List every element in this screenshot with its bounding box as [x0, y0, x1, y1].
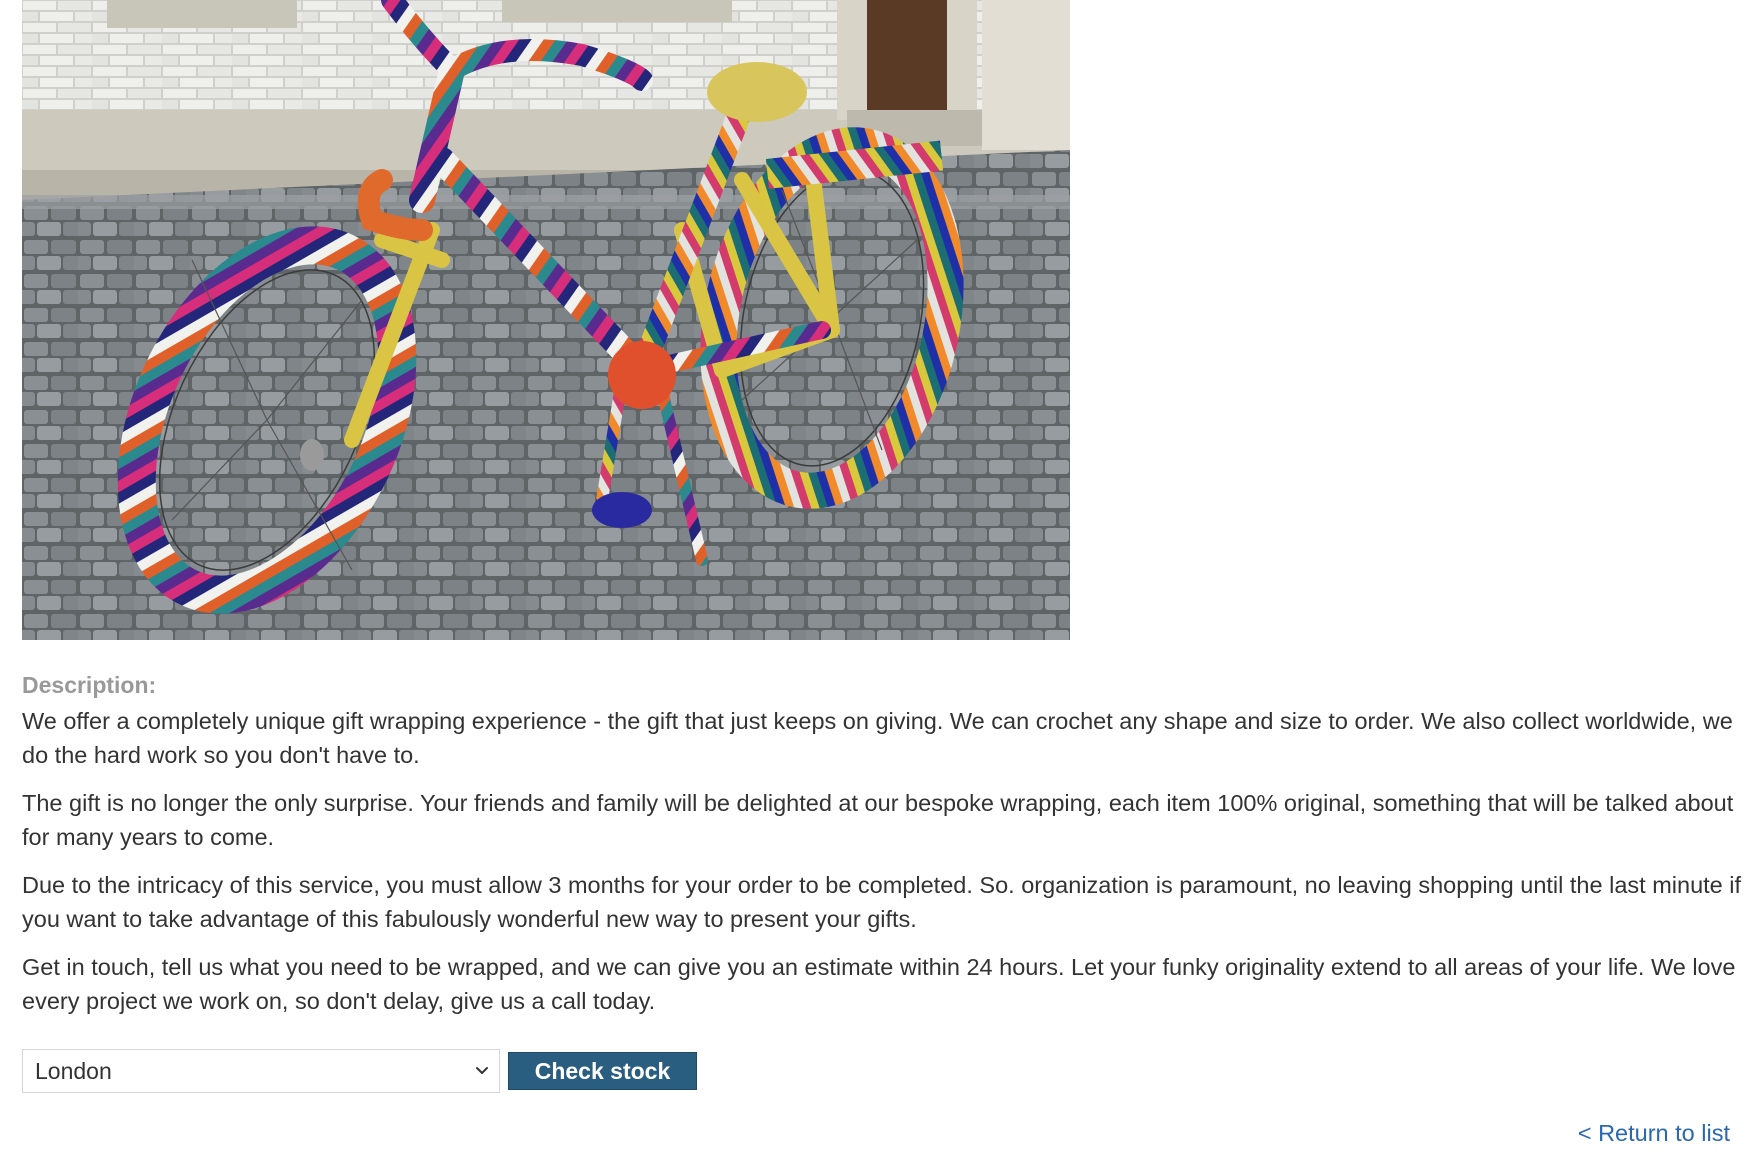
- bicycle-photo-illustration: [22, 0, 1070, 640]
- return-to-list-link[interactable]: < Return to list: [1578, 1118, 1730, 1148]
- description-heading: Description:: [22, 672, 157, 698]
- description-paragraph: The gift is no longer the only surprise.…: [22, 790, 1734, 850]
- description-paragraph: We offer a completely unique gift wrappi…: [22, 708, 1733, 768]
- description-body: We offer a completely unique gift wrappi…: [22, 704, 1741, 1018]
- store-select-value: London: [35, 1057, 112, 1084]
- product-page: Description: We offer a completely uniqu…: [22, 0, 1741, 1094]
- description-paragraph: Due to the intricacy of this service, yo…: [22, 872, 1742, 932]
- chevron-down-icon: [476, 1067, 488, 1074]
- stock-check-form: London Check stock: [22, 1048, 1738, 1094]
- product-image: [22, 0, 1070, 640]
- description-paragraph: Get in touch, tell us what you need to b…: [22, 954, 1736, 1014]
- store-select[interactable]: London: [22, 1049, 500, 1093]
- check-stock-button[interactable]: Check stock: [508, 1052, 697, 1090]
